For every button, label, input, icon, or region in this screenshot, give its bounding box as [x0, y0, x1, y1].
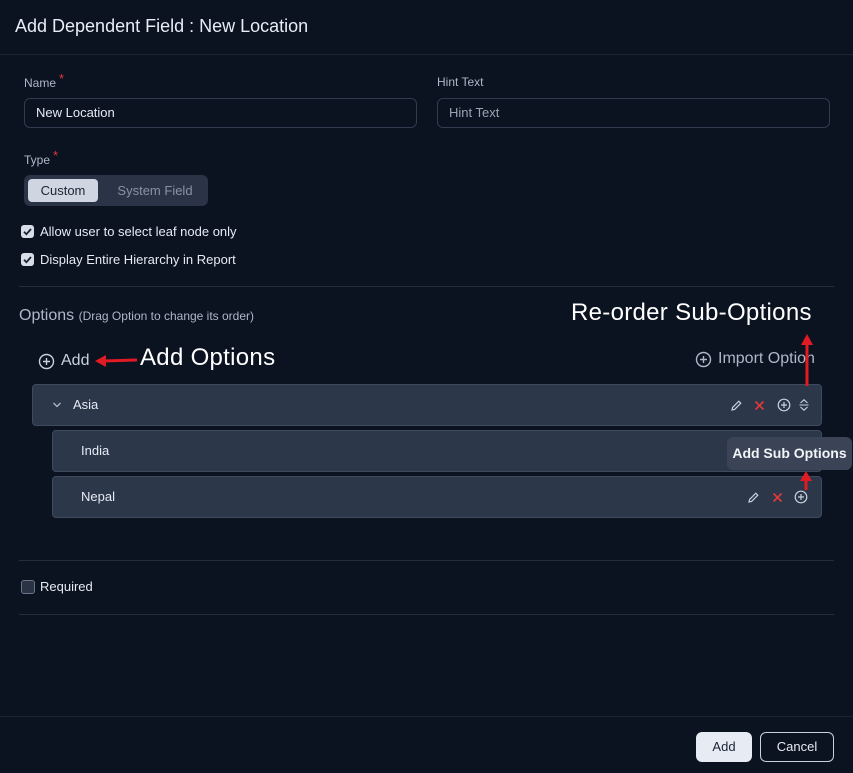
- options-subtitle: (Drag Option to change its order): [78, 309, 255, 323]
- type-option-custom[interactable]: Custom: [28, 179, 98, 202]
- hierarchy-report-label: Display Entire Hierarchy in Report: [40, 252, 236, 267]
- plus-circle-icon[interactable]: [777, 398, 791, 412]
- pencil-icon[interactable]: [747, 491, 760, 504]
- option-label-nepal: Nepal: [81, 489, 115, 504]
- check-icon: [23, 228, 32, 236]
- annotation-reorder: Re-order Sub-Options: [571, 299, 812, 326]
- hierarchy-report-checkbox[interactable]: [21, 253, 34, 266]
- chevron-down-icon[interactable]: [52, 400, 62, 410]
- header-divider: [0, 54, 853, 55]
- option-label-asia: Asia: [73, 397, 99, 412]
- type-label-wrap: Type *: [24, 148, 58, 167]
- plus-circle-icon: [38, 353, 55, 369]
- divider: [19, 614, 834, 615]
- options-heading: Options (Drag Option to change its order…: [19, 307, 254, 325]
- type-option-system-field[interactable]: System Field: [106, 179, 204, 202]
- type-required-mark: *: [53, 148, 59, 163]
- required-label: Required: [40, 579, 93, 594]
- footer-divider: [0, 716, 853, 717]
- name-required-mark: *: [59, 71, 65, 86]
- dialog-title: Add Dependent Field : New Location: [15, 16, 309, 36]
- pencil-icon[interactable]: [730, 399, 743, 412]
- hint-label: Hint Text: [437, 75, 484, 89]
- import-option-label: Import Option: [718, 350, 815, 367]
- plus-circle-icon[interactable]: [794, 490, 808, 504]
- sort-icon[interactable]: [798, 398, 810, 412]
- type-label: Type: [24, 153, 51, 167]
- close-icon[interactable]: [754, 400, 765, 411]
- option-label-india: India: [81, 443, 110, 458]
- annotation-add-options: Add Options: [140, 344, 276, 371]
- type-segmented-control: Custom System Field: [24, 175, 208, 206]
- close-icon[interactable]: [772, 492, 783, 503]
- option-row-nepal[interactable]: Nepal: [52, 476, 822, 518]
- divider: [19, 560, 834, 561]
- hint-text-input[interactable]: Hint Text: [437, 98, 830, 128]
- add-button[interactable]: Add: [696, 732, 752, 762]
- name-label: Name: [24, 76, 57, 90]
- leaf-node-checkbox[interactable]: [21, 225, 34, 238]
- add-sub-options-tooltip: Add Sub Options: [727, 437, 852, 470]
- cancel-button[interactable]: Cancel: [760, 732, 834, 762]
- option-row-asia[interactable]: Asia: [32, 384, 822, 426]
- divider: [19, 286, 834, 287]
- required-checkbox[interactable]: [21, 580, 35, 594]
- add-option-button[interactable]: Add: [38, 352, 89, 370]
- name-label-wrap: Name *: [24, 71, 64, 90]
- option-row-india[interactable]: India: [52, 430, 822, 472]
- options-title: Options: [19, 307, 75, 324]
- leaf-node-label: Allow user to select leaf node only: [40, 224, 237, 239]
- import-option-button[interactable]: Import Option: [695, 350, 815, 368]
- name-input[interactable]: New Location: [24, 98, 417, 128]
- arrow-to-add-option: [95, 355, 138, 367]
- add-option-label: Add: [61, 352, 90, 369]
- check-icon: [23, 256, 32, 264]
- plus-circle-icon: [695, 351, 712, 367]
